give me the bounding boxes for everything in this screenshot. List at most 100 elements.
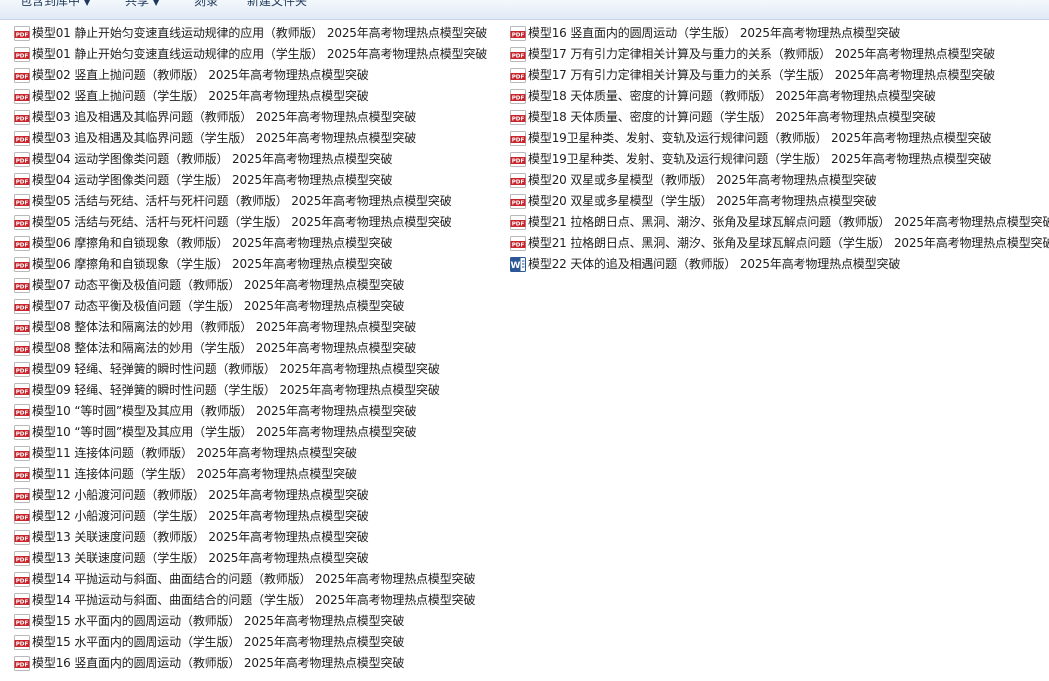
- file-name: 模型20 双星或多星模型（学生版） 2025年高考物理热点模型突破: [528, 194, 877, 208]
- file-item[interactable]: PDF 模型01 静止开始匀变速直线运动规律的应用（教师版） 2025年高考物理热…: [14, 23, 487, 44]
- file-item[interactable]: PDF 模型09 轻绳、轻弹簧的瞬时性问题（学生版） 2025年高考物理热点模型突…: [14, 380, 487, 401]
- file-name: 模型03 追及相遇及其临界问题（学生版） 2025年高考物理热点模型突破: [32, 131, 417, 145]
- pdf-file-icon: PDF: [510, 131, 526, 146]
- file-item[interactable]: PDF 模型04 运动学图像类问题（学生版） 2025年高考物理热点模型突破: [14, 170, 487, 191]
- file-item[interactable]: PDF 模型09 轻绳、轻弹簧的瞬时性问题（教师版） 2025年高考物理热点模型突…: [14, 359, 487, 380]
- pdf-file-icon: PDF: [510, 173, 526, 188]
- new-folder-button[interactable]: 新建文件夹: [247, 0, 307, 8]
- pdf-file-icon: PDF: [510, 110, 526, 125]
- pdf-file-icon: PDF: [510, 236, 526, 251]
- svg-text:PDF: PDF: [16, 453, 29, 459]
- file-item[interactable]: PDF 模型19卫星种类、发射、变轨及运行规律问题（教师版） 2025年高考物理热…: [510, 128, 1049, 149]
- file-item[interactable]: PDF 模型06 摩擦角和自锁现象（教师版） 2025年高考物理热点模型突破: [14, 233, 487, 254]
- svg-text:W: W: [511, 261, 521, 271]
- pdf-file-icon: PDF: [14, 278, 30, 293]
- file-item[interactable]: PDF 模型01 静止开始匀变速直线运动规律的应用（学生版） 2025年高考物理热…: [14, 44, 487, 65]
- file-item[interactable]: PDF 模型02 竖直上抛问题（学生版） 2025年高考物理热点模型突破: [14, 86, 487, 107]
- file-name: 模型01 静止开始匀变速直线运动规律的应用（学生版） 2025年高考物理热点模型…: [32, 47, 488, 61]
- file-item[interactable]: PDF 模型20 双星或多星模型（学生版） 2025年高考物理热点模型突破: [510, 191, 1049, 212]
- file-item[interactable]: PDF 模型18 天体质量、密度的计算问题（教师版） 2025年高考物理热点模型突…: [510, 86, 1049, 107]
- svg-text:PDF: PDF: [16, 516, 29, 522]
- svg-text:PDF: PDF: [16, 474, 29, 480]
- burn-label: 刻录: [194, 0, 219, 8]
- file-item[interactable]: PDF 模型20 双星或多星模型（教师版） 2025年高考物理热点模型突破: [510, 170, 1049, 191]
- pdf-file-icon: PDF: [14, 383, 30, 398]
- svg-text:PDF: PDF: [16, 96, 29, 102]
- svg-text:PDF: PDF: [16, 243, 29, 249]
- file-item[interactable]: PDF 模型14 平抛运动与斜面、曲面结合的问题（学生版） 2025年高考物理热点…: [14, 590, 487, 611]
- pdf-file-icon: PDF: [510, 152, 526, 167]
- svg-text:PDF: PDF: [16, 600, 29, 606]
- file-item[interactable]: PDF 模型21 拉格朗日点、黑洞、潮汐、张角及星球瓦解点问题（教师版） 2025…: [510, 212, 1049, 233]
- file-item[interactable]: PDF 模型11 连接体问题（教师版） 2025年高考物理热点模型突破: [14, 443, 487, 464]
- file-item[interactable]: PDF 模型16 竖直面内的圆周运动（学生版） 2025年高考物理热点模型突破: [510, 23, 1049, 44]
- svg-text:PDF: PDF: [16, 327, 29, 333]
- burn-button[interactable]: 刻录: [194, 0, 218, 8]
- file-item[interactable]: PDF 模型13 关联速度问题（学生版） 2025年高考物理热点模型突破: [14, 548, 487, 569]
- file-item[interactable]: PDF 模型04 运动学图像类问题（教师版） 2025年高考物理热点模型突破: [14, 149, 487, 170]
- svg-text:PDF: PDF: [16, 75, 29, 81]
- file-name: 模型18 天体质量、密度的计算问题（教师版） 2025年高考物理热点模型突破: [528, 89, 936, 103]
- file-item[interactable]: PDF 模型10 “等时圆”模型及其应用（学生版） 2025年高考物理热点模型突破: [14, 422, 487, 443]
- file-item[interactable]: PDF 模型17 万有引力定律相关计算及与重力的关系（教师版） 2025年高考物理…: [510, 44, 1049, 65]
- share-button[interactable]: 共享 ▼: [125, 0, 159, 8]
- file-name: 模型15 水平面内的圆周运动（学生版） 2025年高考物理热点模型突破: [32, 635, 405, 649]
- file-item[interactable]: PDF 模型12 小船渡河问题（学生版） 2025年高考物理热点模型突破: [14, 506, 487, 527]
- file-item[interactable]: PDF 模型08 整体法和隔离法的妙用（教师版） 2025年高考物理热点模型突破: [14, 317, 487, 338]
- svg-text:PDF: PDF: [16, 180, 29, 186]
- file-name: 模型05 活结与死结、活杆与死杆问题（教师版） 2025年高考物理热点模型突破: [32, 194, 452, 208]
- pdf-file-icon: PDF: [14, 131, 30, 146]
- pdf-file-icon: PDF: [14, 656, 30, 671]
- svg-text:PDF: PDF: [16, 642, 29, 648]
- svg-text:PDF: PDF: [16, 537, 29, 543]
- file-item[interactable]: PDF 模型13 关联速度问题（教师版） 2025年高考物理热点模型突破: [14, 527, 487, 548]
- pdf-file-icon: PDF: [14, 110, 30, 125]
- file-item[interactable]: PDF 模型07 动态平衡及极值问题（学生版） 2025年高考物理热点模型突破: [14, 296, 487, 317]
- file-name: 模型16 竖直面内的圆周运动（学生版） 2025年高考物理热点模型突破: [528, 26, 901, 40]
- include-in-library-label: 包含到库中: [20, 0, 81, 8]
- file-item[interactable]: PDF 模型08 整体法和隔离法的妙用（学生版） 2025年高考物理热点模型突破: [14, 338, 487, 359]
- file-item[interactable]: PDF 模型15 水平面内的圆周运动（学生版） 2025年高考物理热点模型突破: [14, 632, 487, 653]
- pdf-file-icon: PDF: [510, 194, 526, 209]
- pdf-file-icon: PDF: [14, 89, 30, 104]
- share-label: 共享: [125, 0, 150, 8]
- file-item[interactable]: PDF 模型12 小船渡河问题（教师版） 2025年高考物理热点模型突破: [14, 485, 487, 506]
- file-name: 模型14 平抛运动与斜面、曲面结合的问题（教师版） 2025年高考物理热点模型突…: [32, 572, 476, 586]
- file-item[interactable]: PDF 模型03 追及相遇及其临界问题（学生版） 2025年高考物理热点模型突破: [14, 128, 487, 149]
- file-item[interactable]: PDF 模型17 万有引力定律相关计算及与重力的关系（学生版） 2025年高考物理…: [510, 65, 1049, 86]
- file-item[interactable]: PDF 模型07 动态平衡及极值问题（教师版） 2025年高考物理热点模型突破: [14, 275, 487, 296]
- file-name: 模型05 活结与死结、活杆与死杆问题（学生版） 2025年高考物理热点模型突破: [32, 215, 452, 229]
- file-name: 模型18 天体质量、密度的计算问题（学生版） 2025年高考物理热点模型突破: [528, 110, 936, 124]
- file-item[interactable]: PDF 模型06 摩擦角和自锁现象（学生版） 2025年高考物理热点模型突破: [14, 254, 487, 275]
- file-name: 模型17 万有引力定律相关计算及与重力的关系（教师版） 2025年高考物理热点模…: [528, 47, 995, 61]
- svg-text:PDF: PDF: [16, 390, 29, 396]
- file-item[interactable]: PDF 模型11 连接体问题（学生版） 2025年高考物理热点模型突破: [14, 464, 487, 485]
- file-item[interactable]: PDF 模型02 竖直上抛问题（教师版） 2025年高考物理热点模型突破: [14, 65, 487, 86]
- file-item[interactable]: PDF 模型15 水平面内的圆周运动（教师版） 2025年高考物理热点模型突破: [14, 611, 487, 632]
- include-in-library-button[interactable]: 包含到库中 ▼: [20, 0, 90, 8]
- command-bar: 包含到库中 ▼ 共享 ▼ 刻录 新建文件夹: [0, 0, 1049, 20]
- file-item[interactable]: PDF 模型05 活结与死结、活杆与死杆问题（学生版） 2025年高考物理热点模型…: [14, 212, 487, 233]
- svg-text:PDF: PDF: [16, 54, 29, 60]
- pdf-file-icon: PDF: [510, 215, 526, 230]
- pdf-file-icon: PDF: [510, 89, 526, 104]
- file-item[interactable]: PDF 模型03 追及相遇及其临界问题（教师版） 2025年高考物理热点模型突破: [14, 107, 487, 128]
- file-item[interactable]: PDF 模型14 平抛运动与斜面、曲面结合的问题（教师版） 2025年高考物理热点…: [14, 569, 487, 590]
- file-item[interactable]: PDF 模型21 拉格朗日点、黑洞、潮汐、张角及星球瓦解点问题（学生版） 2025…: [510, 233, 1049, 254]
- pdf-file-icon: PDF: [14, 404, 30, 419]
- chevron-down-icon: ▼: [84, 0, 91, 7]
- file-item[interactable]: PDF 模型05 活结与死结、活杆与死杆问题（教师版） 2025年高考物理热点模型…: [14, 191, 487, 212]
- file-name: 模型02 竖直上抛问题（教师版） 2025年高考物理热点模型突破: [32, 68, 369, 82]
- file-name: 模型21 拉格朗日点、黑洞、潮汐、张角及星球瓦解点问题（教师版） 2025年高考…: [528, 215, 1049, 229]
- file-name: 模型09 轻绳、轻弹簧的瞬时性问题（教师版） 2025年高考物理热点模型突破: [32, 362, 440, 376]
- svg-text:PDF: PDF: [16, 285, 29, 291]
- file-item[interactable]: PDF 模型19卫星种类、发射、变轨及运行规律问题（学生版） 2025年高考物理热…: [510, 149, 1049, 170]
- file-name: 模型10 “等时圆”模型及其应用（学生版） 2025年高考物理热点模型突破: [32, 425, 417, 439]
- file-column-1: PDF 模型01 静止开始匀变速直线运动规律的应用（教师版） 2025年高考物理热…: [14, 23, 487, 674]
- file-item[interactable]: PDF 模型18 天体质量、密度的计算问题（学生版） 2025年高考物理热点模型突…: [510, 107, 1049, 128]
- file-item[interactable]: PDF 模型16 竖直面内的圆周运动（教师版） 2025年高考物理热点模型突破: [14, 653, 487, 674]
- file-item[interactable]: PDF 模型10 “等时圆”模型及其应用（教师版） 2025年高考物理热点模型突破: [14, 401, 487, 422]
- file-item[interactable]: W 模型22 天体的追及相遇问题（教师版） 2025年高考物理热点模型突破: [510, 254, 1049, 275]
- pdf-file-icon: PDF: [14, 236, 30, 251]
- svg-text:PDF: PDF: [16, 579, 29, 585]
